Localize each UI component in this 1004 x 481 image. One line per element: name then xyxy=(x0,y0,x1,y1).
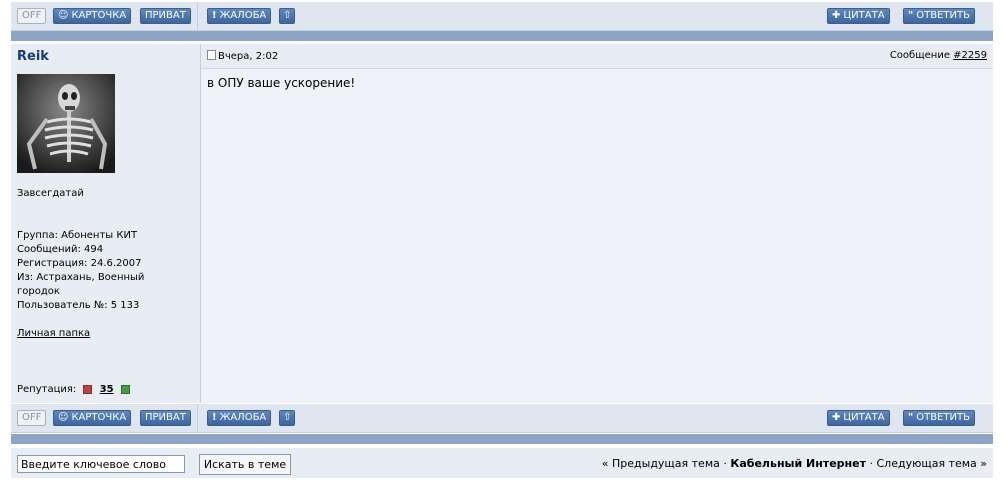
quote-button-label: ЦИТАТА xyxy=(843,10,885,21)
post-content: Вчера, 2:02 Сообщение #2259 в ОПУ ваше у… xyxy=(201,44,993,403)
message-number: Сообщение #2259 xyxy=(890,50,987,61)
post-document-icon xyxy=(207,50,216,60)
complaint-button[interactable]: ! ЖАЛОБА xyxy=(207,8,272,24)
exclamation-icon: ! xyxy=(212,412,217,423)
nav-separator: · xyxy=(719,457,731,470)
off-button[interactable]: OFF xyxy=(17,8,47,24)
quote-mark-icon: " xyxy=(908,10,914,21)
off-button-bottom[interactable]: OFF xyxy=(17,410,47,426)
reputation-minus-icon[interactable] xyxy=(83,384,93,394)
reputation-plus-icon[interactable] xyxy=(120,384,130,394)
reply-button-bottom[interactable]: " ОТВЕТИТЬ xyxy=(903,410,975,426)
bottom-post-actions: ! ЖАЛОБА ⇧ ✚ ЦИТАТА " ОТВЕТИТЬ xyxy=(198,404,993,432)
quote-button-bottom[interactable]: ✚ ЦИТАТА xyxy=(827,410,890,426)
card-button-label: КАРТОЧКА xyxy=(71,412,127,423)
message-number-link[interactable]: #2259 xyxy=(953,50,987,61)
private-button-bottom[interactable]: ПРИВАТ xyxy=(140,410,191,426)
author-panel: Reik Завсегдатай Группа: Абоненты КИТ Со… xyxy=(11,44,201,403)
quote-button[interactable]: ✚ ЦИТАТА xyxy=(827,8,890,24)
quote-mark-icon: " xyxy=(908,412,914,423)
reputation-label: Репутация: xyxy=(17,384,77,395)
complaint-button-label: ЖАЛОБА xyxy=(219,10,267,21)
reply-button-label: ОТВЕТИТЬ xyxy=(916,10,970,21)
nav-separator: · xyxy=(865,457,877,470)
complaint-button-label: ЖАЛОБА xyxy=(219,412,267,423)
bottom-action-bar: OFF ☺ КАРТОЧКА ПРИВАТ ! ЖАЛОБА ⇧ ✚ ЦИТАТА "… xyxy=(11,404,993,433)
user-message-count: Сообщений: 494 xyxy=(17,244,104,255)
top-action-bar: OFF ☺ КАРТОЧКА ПРИВАТ ! ЖАЛОБА ⇧ ✚ ЦИТАТА "… xyxy=(11,2,993,31)
user-number: Пользователь №: 5 133 xyxy=(17,300,140,311)
separator-top xyxy=(11,31,993,41)
user-location-cont: городок xyxy=(17,286,60,297)
reply-button-label: ОТВЕТИТЬ xyxy=(916,412,970,423)
post: Reik Завсегдатай Группа: Абоненты КИТ Со… xyxy=(11,44,993,403)
quote-button-label: ЦИТАТА xyxy=(843,412,885,423)
forum-name-link[interactable]: Кабельный Интернет xyxy=(730,457,866,470)
scroll-up-button[interactable]: ⇧ xyxy=(279,8,296,24)
message-number-prefix: Сообщение xyxy=(889,50,950,61)
topic-navigation: « Предыдущая тема · Кабельный Интернет ·… xyxy=(602,457,987,470)
card-button-label: КАРТОЧКА xyxy=(71,10,127,21)
topic-footer: Искать в теме « Предыдущая тема · Кабель… xyxy=(11,448,993,478)
username-link[interactable]: Reik xyxy=(17,49,49,64)
post-body: в ОПУ ваше ускорение! xyxy=(207,76,356,90)
plus-icon: ✚ xyxy=(832,10,841,21)
user-location: Из: Астрахань, Военный xyxy=(17,272,145,283)
user-details: Группа: Абоненты КИТ Сообщений: 494 Реги… xyxy=(17,229,144,313)
post-date: Вчера, 2:02 xyxy=(207,50,278,62)
user-card-icon: ☺ xyxy=(58,10,69,21)
card-button[interactable]: ☺ КАРТОЧКА xyxy=(53,8,132,24)
card-button-bottom[interactable]: ☺ КАРТОЧКА xyxy=(53,410,132,426)
scroll-up-button-bottom[interactable]: ⇧ xyxy=(279,410,296,426)
arrow-up-icon: ⇧ xyxy=(283,412,292,423)
reply-button[interactable]: " ОТВЕТИТЬ xyxy=(903,8,975,24)
prev-topic-link[interactable]: « Предыдущая тема xyxy=(602,457,720,470)
reputation: Репутация: 35 xyxy=(17,383,134,397)
reputation-value[interactable]: 35 xyxy=(100,384,114,395)
plus-icon: ✚ xyxy=(832,412,841,423)
private-button[interactable]: ПРИВАТ xyxy=(140,8,191,24)
next-topic-link[interactable]: Следующая тема » xyxy=(876,457,987,470)
skeleton-avatar-image xyxy=(17,74,115,173)
arrow-up-icon: ⇧ xyxy=(283,10,292,21)
exclamation-icon: ! xyxy=(212,10,217,21)
bottom-user-actions: OFF ☺ КАРТОЧКА ПРИВАТ xyxy=(11,404,198,432)
personal-folder-link[interactable]: Личная папка xyxy=(17,327,90,341)
topic-search-input[interactable] xyxy=(17,455,185,473)
post-header: Вчера, 2:02 Сообщение #2259 xyxy=(201,44,993,69)
post-date-text: Вчера, 2:02 xyxy=(218,51,279,62)
top-post-actions: ! ЖАЛОБА ⇧ ✚ ЦИТАТА " ОТВЕТИТЬ xyxy=(198,2,993,30)
avatar xyxy=(17,74,115,173)
user-card-icon: ☺ xyxy=(58,412,69,423)
user-rank: Завсегдатай xyxy=(17,188,84,199)
complaint-button-bottom[interactable]: ! ЖАЛОБА xyxy=(207,410,272,426)
top-user-actions: OFF ☺ КАРТОЧКА ПРИВАТ xyxy=(11,2,198,30)
topic-search-button[interactable]: Искать в теме xyxy=(199,454,291,475)
forum-post-frame: OFF ☺ КАРТОЧКА ПРИВАТ ! ЖАЛОБА ⇧ ✚ ЦИТАТА "… xyxy=(11,0,993,478)
user-registration: Регистрация: 24.6.2007 xyxy=(17,258,142,269)
separator-bottom xyxy=(11,434,993,444)
user-group: Группа: Абоненты КИТ xyxy=(17,230,138,241)
